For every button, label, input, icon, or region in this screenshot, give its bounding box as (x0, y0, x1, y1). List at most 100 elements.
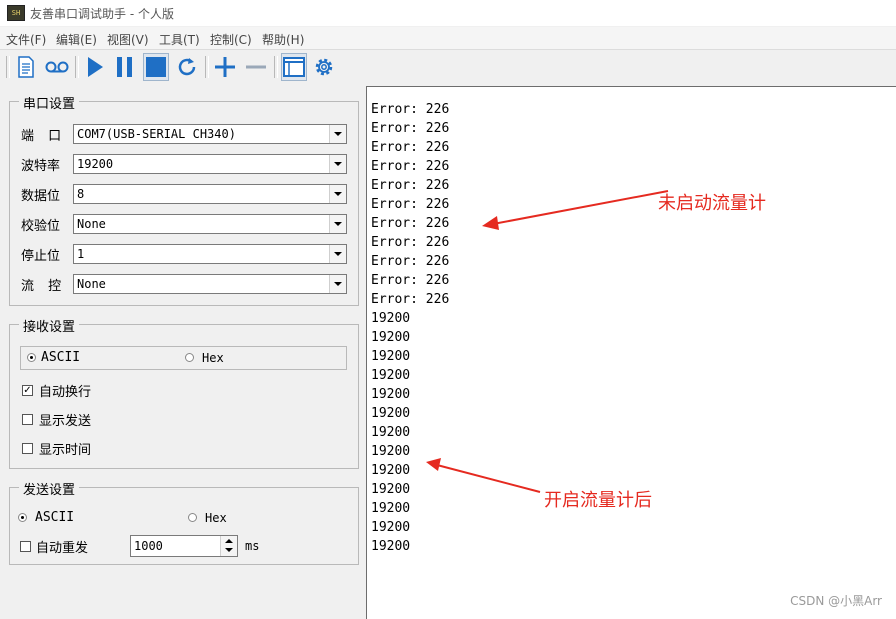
output-line: 19200 (371, 501, 411, 516)
send-ascii-label: ASCII (35, 510, 75, 525)
toolbar-separator (75, 56, 79, 78)
settings-panel: 串口设置 端 口 COM7(USB-SERIAL CH340) 波特率 1920… (0, 86, 364, 619)
flowctrl-value: None (77, 277, 106, 291)
toolbar-separator (205, 56, 209, 78)
output-line: 19200 (371, 387, 411, 402)
stopbits-value: 1 (77, 247, 85, 261)
output-line: 19200 (371, 463, 411, 478)
stopbits-label: 停止位 (21, 249, 61, 264)
baud-value: 19200 (77, 157, 114, 171)
show-sent-label: 显示发送 (39, 414, 92, 429)
output-line: Error: 226 (371, 159, 450, 174)
output-line: 19200 (371, 444, 411, 459)
output-lines: Error: 226 Error: 226 Error: 226 Error: 226… (371, 100, 449, 556)
baud-select[interactable]: 19200 (73, 154, 347, 174)
receive-output[interactable]: Error: 226 Error: 226 Error: 226 Error: 226… (366, 86, 896, 619)
spin-up-icon[interactable] (225, 539, 233, 543)
output-line: Error: 226 (371, 254, 450, 269)
toolbar-separator (6, 56, 10, 78)
output-line: Error: 226 (371, 273, 450, 288)
menu-edit[interactable]: 编辑(E) (56, 31, 97, 48)
pause-button[interactable] (112, 53, 138, 81)
send-hex-radio[interactable] (188, 513, 197, 522)
serial-settings-legend: 串口设置 (19, 93, 80, 112)
plus-icon (215, 57, 235, 77)
word-wrap-checkbox[interactable]: ✓ (22, 385, 33, 396)
receive-settings-group: 接收设置 ASCII Hex ✓ 自动换行 显示发送 显示时间 (9, 316, 359, 469)
databits-label: 数据位 (21, 189, 61, 204)
port-select[interactable]: COM7(USB-SERIAL CH340) (73, 124, 347, 144)
settings-icon (315, 58, 333, 76)
chevron-down-icon[interactable] (329, 125, 346, 143)
receive-ascii-label: ASCII (41, 350, 81, 365)
output-line: Error: 226 (371, 216, 450, 231)
port-value: COM7(USB-SERIAL CH340) (77, 127, 236, 141)
add-button[interactable] (212, 53, 238, 81)
auto-resend-label: 自动重发 (36, 541, 89, 556)
output-line: Error: 226 (371, 121, 450, 136)
spin-down-icon[interactable] (225, 548, 233, 552)
toolbar-separator (274, 56, 278, 78)
resend-interval-value: 1000 (134, 539, 163, 553)
app-icon: SH (7, 5, 25, 21)
output-line: 19200 (371, 330, 411, 345)
chevron-down-icon[interactable] (329, 155, 346, 173)
chevron-down-icon[interactable] (329, 215, 346, 233)
interval-unit: ms (245, 539, 260, 553)
resend-interval-input[interactable]: 1000 (130, 535, 238, 557)
output-line: Error: 226 (371, 292, 450, 307)
output-line: 19200 (371, 425, 411, 440)
output-line: 19200 (371, 482, 411, 497)
record-button[interactable] (44, 53, 70, 81)
menu-file[interactable]: 文件(F) (6, 31, 46, 48)
play-button[interactable] (82, 53, 108, 81)
send-hex-label: Hex (205, 511, 227, 525)
menu-view[interactable]: 视图(V) (107, 31, 149, 48)
databits-select[interactable]: 8 (73, 184, 347, 204)
menu-help[interactable]: 帮助(H) (262, 31, 304, 48)
receive-format-box: ASCII Hex (20, 346, 347, 370)
annotation-after-label: 开启流量计后 (544, 490, 652, 511)
menu-bar: 文件(F) 编辑(E) 视图(V) 工具(T) 控制(C) 帮助(H) (0, 27, 896, 50)
show-sent-checkbox[interactable] (22, 414, 33, 425)
show-time-checkbox[interactable] (22, 443, 33, 454)
stopbits-select[interactable]: 1 (73, 244, 347, 264)
stop-icon (146, 57, 166, 77)
title-bar: SH 友善串口调试助手 - 个人版 (0, 0, 896, 26)
output-line: 19200 (371, 368, 411, 383)
chevron-down-icon[interactable] (329, 185, 346, 203)
flowctrl-select[interactable]: None (73, 274, 347, 294)
output-line: 19200 (371, 520, 411, 535)
output-line: Error: 226 (371, 178, 450, 193)
send-ascii-radio[interactable] (18, 513, 27, 522)
auto-resend-checkbox[interactable] (20, 541, 31, 552)
word-wrap-label: 自动换行 (39, 385, 92, 400)
window-button[interactable] (281, 53, 307, 81)
chevron-down-icon[interactable] (329, 275, 346, 293)
output-line: Error: 226 (371, 235, 450, 250)
receive-hex-radio[interactable] (185, 353, 194, 362)
port-label: 端 口 (21, 129, 67, 144)
receive-hex-label: Hex (202, 351, 224, 365)
parity-label: 校验位 (21, 219, 61, 234)
refresh-icon (178, 58, 196, 76)
menu-tools[interactable]: 工具(T) (159, 31, 200, 48)
receive-ascii-radio[interactable] (27, 353, 36, 362)
parity-select[interactable]: None (73, 214, 347, 234)
play-icon (88, 57, 103, 77)
output-line: 19200 (371, 539, 411, 554)
stop-button[interactable] (143, 53, 169, 81)
remove-button[interactable] (243, 53, 269, 81)
chevron-down-icon[interactable] (329, 245, 346, 263)
new-file-button[interactable] (13, 53, 39, 81)
menu-control[interactable]: 控制(C) (210, 31, 252, 48)
settings-button[interactable] (311, 53, 337, 81)
record-icon (45, 61, 69, 73)
output-line: 19200 (371, 406, 411, 421)
watermark: CSDN @小黑Arr (790, 594, 882, 608)
new-file-icon (18, 56, 34, 78)
annotation-before-label: 未启动流量计 (658, 193, 766, 214)
serial-settings-group: 串口设置 端 口 COM7(USB-SERIAL CH340) 波特率 1920… (9, 93, 359, 306)
refresh-button[interactable] (174, 53, 200, 81)
interval-spinner[interactable] (220, 536, 237, 556)
